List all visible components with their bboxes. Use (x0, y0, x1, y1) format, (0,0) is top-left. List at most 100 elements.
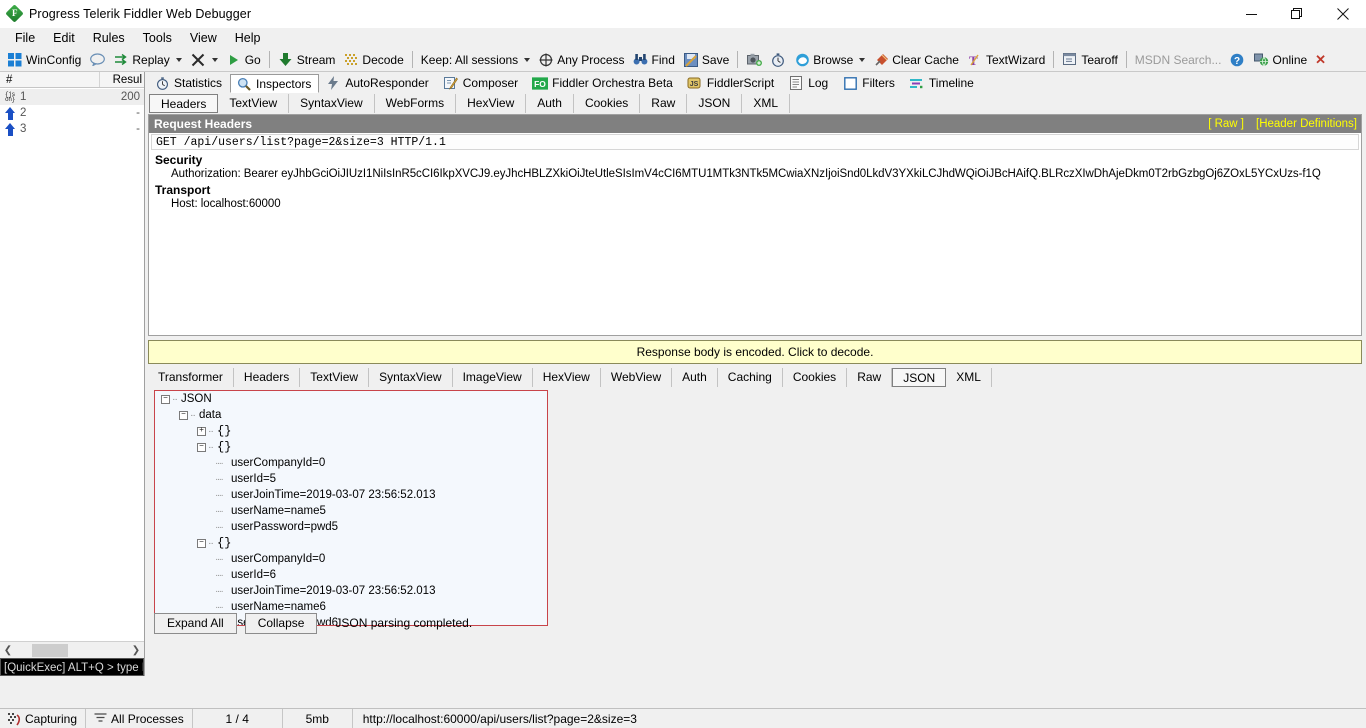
collapse-button[interactable]: Collapse (244, 612, 318, 634)
close-button[interactable] (1320, 0, 1366, 28)
tab-autoresponder[interactable]: AutoResponder (319, 73, 436, 92)
keep-dropdown-caret-icon[interactable] (524, 57, 531, 62)
json-tree-node[interactable]: − ··{} (155, 535, 547, 551)
expand-node-icon[interactable]: + (197, 426, 206, 436)
scroll-right-icon[interactable]: ❯ (128, 643, 144, 658)
subtab-syntaxview[interactable]: SyntaxView (289, 93, 375, 113)
scroll-thumb[interactable] (32, 643, 68, 657)
header-host[interactable]: Host: localhost:60000 (149, 198, 1361, 210)
subtab-hexview[interactable]: HexView (456, 93, 527, 113)
menu-view[interactable]: View (181, 28, 226, 48)
collapse-node-icon[interactable]: − (179, 410, 188, 420)
comment-button[interactable] (85, 49, 109, 71)
tab-fiddlerscript[interactable]: JS FiddlerScript (681, 73, 782, 92)
quickexec-input[interactable]: [QuickExec] ALT+Q > type H (0, 658, 144, 676)
msdn-search-input[interactable]: MSDN Search... (1131, 49, 1226, 71)
resptab-hexview[interactable]: HexView (533, 367, 601, 387)
decode-button[interactable]: Decode (339, 49, 407, 71)
resptab-caching[interactable]: Caching (718, 367, 783, 387)
menu-rules[interactable]: Rules (84, 28, 134, 48)
resptab-transformer[interactable]: Transformer (148, 367, 234, 387)
menu-file[interactable]: File (6, 28, 44, 48)
tab-composer[interactable]: Composer (437, 73, 526, 92)
tab-timeline[interactable]: Timeline (903, 73, 982, 92)
timer-button[interactable] (766, 49, 790, 71)
save-button[interactable]: Save (679, 49, 733, 71)
json-tree[interactable]: − ·· JSON − ·· data + ··{} − ··{} ···· userCompanyI… (154, 390, 548, 626)
resptab-auth[interactable]: Auth (672, 367, 718, 387)
resptab-imageview[interactable]: ImageView (453, 367, 533, 387)
find-button[interactable]: Find (629, 49, 679, 71)
remove-button[interactable] (186, 49, 222, 71)
session-col-result[interactable]: Resul (100, 72, 144, 87)
magnifier-icon (236, 76, 252, 92)
session-row-1[interactable]: {js on} 1 200 (0, 89, 144, 105)
json-tree-node[interactable]: − ··{} (155, 439, 547, 455)
resptab-textview[interactable]: TextView (300, 367, 370, 387)
tab-inspectors[interactable]: Inspectors (230, 74, 320, 93)
tab-statistics[interactable]: Statistics (148, 73, 230, 92)
resptab-xml[interactable]: XML (946, 367, 992, 387)
menu-tools[interactable]: Tools (134, 28, 181, 48)
process-filter[interactable]: All Processes (86, 709, 193, 728)
tab-log[interactable]: Log (782, 73, 836, 92)
subtab-json[interactable]: JSON (687, 93, 743, 113)
subtab-auth[interactable]: Auth (526, 93, 574, 113)
tab-filters[interactable]: Filters (836, 73, 903, 92)
session-horizontal-scrollbar[interactable]: ❮ ❯ (0, 641, 144, 658)
json-tree-node[interactable]: − ·· JSON (155, 391, 547, 407)
raw-link[interactable]: [ Raw ] (1208, 118, 1244, 130)
screenshot-button[interactable] (742, 49, 766, 71)
json-tree-node[interactable]: + ··{} (155, 423, 547, 439)
subtab-xml[interactable]: XML (742, 93, 791, 113)
collapse-node-icon[interactable]: − (161, 394, 170, 404)
subtab-headers[interactable]: Headers (149, 93, 219, 113)
json-node-label: userCompanyId=0 (231, 553, 326, 565)
resptab-json[interactable]: JSON (892, 367, 947, 387)
go-button[interactable]: Go (222, 49, 265, 71)
winconfig-button[interactable]: WinConfig (3, 49, 85, 71)
collapse-node-icon[interactable]: − (197, 538, 206, 548)
menu-edit[interactable]: Edit (44, 28, 84, 48)
minimize-button[interactable] (1228, 0, 1274, 28)
browse-button[interactable]: Browse (790, 49, 869, 71)
header-definitions-link[interactable]: [Header Definitions] (1256, 118, 1357, 130)
textwizard-button[interactable]: T TextWizard (963, 49, 1049, 71)
resptab-cookies[interactable]: Cookies (783, 367, 848, 387)
menu-help[interactable]: Help (226, 28, 270, 48)
maximize-button[interactable] (1274, 0, 1320, 28)
replay-dropdown-caret-icon[interactable] (175, 57, 182, 62)
resptab-syntaxview[interactable]: SyntaxView (369, 367, 453, 387)
scroll-left-icon[interactable]: ❮ (0, 643, 16, 658)
help-button[interactable]: ? (1225, 49, 1249, 71)
session-row-2[interactable]: 2 - (0, 105, 144, 121)
resptab-headers[interactable]: Headers (234, 367, 301, 387)
subtab-cookies[interactable]: Cookies (574, 93, 641, 113)
resptab-webview[interactable]: WebView (601, 367, 673, 387)
remove-dropdown-caret-icon[interactable] (211, 57, 218, 62)
resptab-raw[interactable]: Raw (847, 367, 893, 387)
response-encoded-notice[interactable]: Response body is encoded. Click to decod… (148, 340, 1362, 364)
capturing-status[interactable]: Capturing (0, 709, 87, 728)
replay-button[interactable]: Replay (109, 49, 185, 71)
subtab-textview[interactable]: TextView (218, 93, 290, 113)
subtab-raw[interactable]: Raw (640, 93, 688, 113)
json-tree-node[interactable]: − ·· data (155, 407, 547, 423)
browse-dropdown-caret-icon[interactable] (859, 57, 866, 62)
collapse-node-icon[interactable]: − (197, 442, 206, 452)
request-line[interactable]: GET /api/users/list?page=2&size=3 HTTP/1… (151, 134, 1359, 150)
session-col-number[interactable]: # (0, 72, 100, 87)
stream-button[interactable]: Stream (274, 49, 340, 71)
header-authorization[interactable]: Authorization: Bearer eyJhbGciOiJIUzI1Ni… (149, 168, 1361, 180)
subtab-webforms[interactable]: WebForms (375, 93, 457, 113)
any-process-button[interactable]: Any Process (534, 49, 628, 71)
session-row-3[interactable]: 3 - (0, 121, 144, 137)
keep-sessions-dropdown[interactable]: Keep: All sessions (417, 49, 534, 71)
tearoff-button[interactable]: Tearoff (1058, 49, 1121, 71)
tab-fiddler-orchestra[interactable]: FO Fiddler Orchestra Beta (526, 73, 681, 92)
clear-cache-button[interactable]: Clear Cache (869, 49, 963, 71)
expand-all-button[interactable]: Expand All (154, 612, 237, 634)
scroll-track[interactable] (16, 642, 128, 658)
online-button[interactable]: Online (1249, 49, 1311, 71)
toolbar-close-button[interactable]: ✕ (1311, 49, 1330, 71)
